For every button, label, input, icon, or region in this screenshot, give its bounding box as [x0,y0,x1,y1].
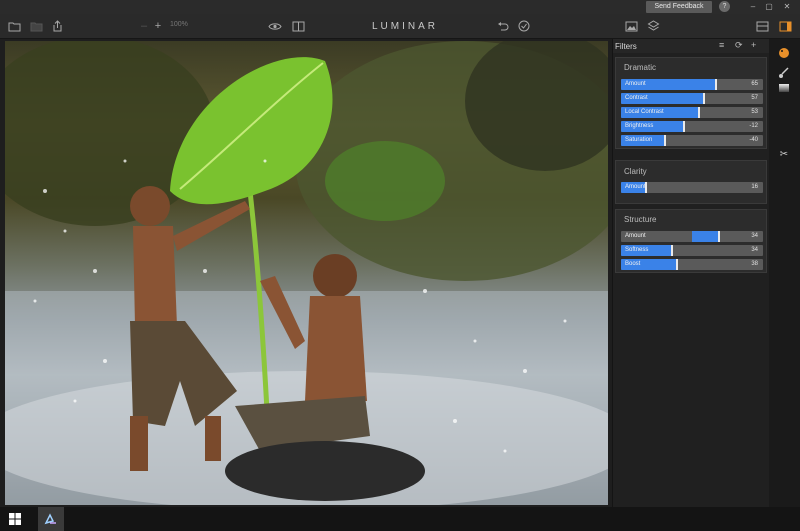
slider-label: Saturation [625,137,653,143]
restore-button[interactable]: ▢ [762,0,776,14]
open-folder-icon[interactable] [7,19,21,33]
filters-palette-icon[interactable] [778,47,790,59]
slider-handle[interactable] [697,107,700,118]
slider-value: 57 [751,95,758,101]
slider-value: 53 [751,109,758,115]
slider-dramatic-brightness[interactable]: Brightness -12 [621,121,763,132]
filters-panel-header: Filters ≡ ⟳ + [613,39,769,53]
slider-label: Contrast [625,95,648,101]
slider-value: 34 [751,233,758,239]
filter-group-clarity: Clarity Amount 16 [615,160,767,204]
filter-group-title: Clarity [624,167,647,176]
slider-value: -40 [749,137,758,143]
close-button[interactable]: ✕ [780,0,794,14]
slider-label: Local Contrast [625,109,664,115]
compare-split-icon[interactable] [291,19,305,33]
slider-clarity-amount[interactable]: Amount 16 [621,182,763,193]
zoom-out-icon[interactable]: – [137,19,151,33]
add-filter-icon[interactable]: + [751,40,756,50]
image-icon[interactable] [624,19,638,33]
slider-label: Amount [625,233,646,239]
filters-panel: Filters ≡ ⟳ + Dramatic Amount 65 Contras… [612,39,769,507]
minimize-button[interactable]: – [746,0,760,14]
filter-presets-icon[interactable]: ≡ [719,40,724,50]
slider-handle[interactable] [670,245,673,256]
slider-dramatic-local-contrast[interactable]: Local Contrast 53 [621,107,763,118]
slider-dramatic-amount[interactable]: Amount 65 [621,79,763,90]
help-button[interactable]: ? [719,1,730,12]
slider-value: 38 [751,261,758,267]
zoom-level[interactable]: 100% [170,21,188,28]
refresh-icon[interactable]: ⟳ [735,40,743,51]
slider-label: Boost [625,261,641,267]
slider-handle[interactable] [703,93,706,104]
slider-structure-boost[interactable]: Boost 38 [621,259,763,270]
slider-value: 34 [751,247,758,253]
slider-handle[interactable] [683,121,686,132]
main-toolbar: – + 100% LUMINAR [0,14,800,39]
gradient-icon[interactable] [778,83,790,95]
layout-panels-icon[interactable] [755,19,769,33]
luminar-app-window: Send Feedback ? – ▢ ✕ – + 100% LUMINAR F… [0,0,800,531]
filter-group-structure: Structure Amount 34 Softness 34 Boost 38 [615,209,767,273]
filter-group-title: Structure [624,215,657,224]
zoom-in-icon[interactable]: + [151,19,165,33]
slider-handle[interactable] [714,79,717,90]
layers-icon[interactable] [646,19,660,33]
slider-structure-softness[interactable]: Softness 34 [621,245,763,256]
crop-scissors-icon[interactable]: ✂ [778,149,790,161]
app-logo: LUMINAR [372,21,439,32]
os-taskbar [0,507,800,531]
send-feedback-button[interactable]: Send Feedback [646,1,712,13]
history-check-icon[interactable] [517,19,531,33]
slider-label: Amount [625,81,646,87]
windows-start-icon[interactable] [8,512,22,526]
title-bar: Send Feedback ? – ▢ ✕ [0,0,800,14]
slider-label: Softness [625,247,649,253]
slider-fill [692,231,718,242]
share-icon[interactable] [50,19,64,33]
filters-panel-title: Filters [615,42,637,51]
filter-group-title: Dramatic [624,63,657,72]
slider-handle[interactable] [663,135,666,146]
slider-label: Brightness [625,123,654,129]
tool-strip: ✂ [769,39,800,507]
slider-dramatic-saturation[interactable]: Saturation -40 [621,135,763,146]
photo-illustration [5,41,608,505]
slider-label: Amount [625,184,646,190]
undo-icon[interactable] [496,19,510,33]
slider-value: 16 [751,184,758,190]
batch-folder-icon[interactable] [29,19,43,33]
filter-group-dramatic: Dramatic Amount 65 Contrast 57 Local Con… [615,57,767,149]
luminar-taskbar-icon[interactable] [38,507,64,531]
slider-handle[interactable] [717,231,720,242]
slider-handle[interactable] [676,259,679,270]
side-panel-toggle-icon[interactable] [778,19,792,33]
slider-value: -12 [749,123,758,129]
preview-eye-icon[interactable] [268,19,282,33]
slider-structure-amount[interactable]: Amount 34 [621,231,763,242]
photo-preview[interactable] [5,41,608,505]
image-canvas[interactable] [0,39,612,507]
brush-icon[interactable] [778,67,790,79]
slider-value: 65 [751,81,758,87]
slider-dramatic-contrast[interactable]: Contrast 57 [621,93,763,104]
